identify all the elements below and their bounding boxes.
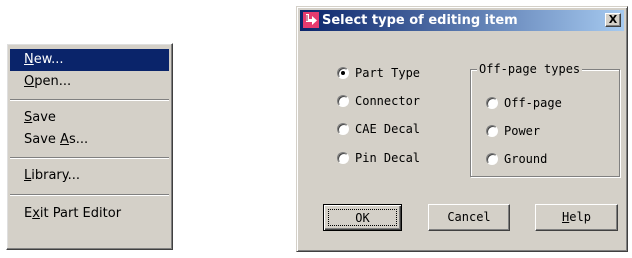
radio-button-icon — [486, 97, 498, 109]
radio-ground-label: Ground — [504, 152, 548, 166]
menu-item-library-label: ibrary... — [31, 168, 81, 183]
menu-separator — [10, 99, 169, 101]
app-icon — [303, 12, 319, 28]
menu-item-open-label: pen... — [34, 74, 72, 89]
radio-button-icon — [486, 125, 498, 137]
radio-button-icon — [337, 95, 349, 107]
menu-item-open-key: O — [24, 74, 35, 89]
file-menu: New... Open... Save Save As... Library..… — [6, 43, 173, 250]
select-editing-item-dialog: Select type of editing item X Part Type … — [296, 6, 628, 252]
help-button[interactable]: Help — [535, 204, 618, 231]
menu-item-open[interactable]: Open... — [10, 71, 169, 93]
menu-item-exit-part-editor[interactable]: Exit Part Editor — [10, 203, 169, 225]
cancel-button[interactable]: Cancel — [428, 204, 510, 231]
menu-item-new[interactable]: New... — [10, 49, 169, 71]
off-page-types-group: Off-page types Off-page Power Ground — [470, 61, 620, 177]
radio-button-icon — [337, 123, 349, 135]
group-title: Off-page types — [477, 61, 583, 77]
radio-power-label: Power — [504, 124, 541, 138]
radio-connector-label: Connector — [355, 94, 421, 108]
radio-button-icon — [486, 153, 498, 165]
menu-item-exit-key: x — [32, 206, 40, 221]
radio-button-icon — [337, 67, 349, 79]
menu-item-exit-label: it Part Editor — [39, 206, 122, 221]
radio-cae-decal-label: CAE Decal — [355, 122, 421, 136]
menu-separator — [10, 194, 169, 196]
dialog-titlebar[interactable]: Select type of editing item X — [300, 10, 624, 31]
close-button[interactable]: X — [605, 13, 621, 27]
radio-off-page-label: Off-page — [504, 96, 562, 110]
ok-button-label: OK — [355, 211, 370, 225]
menu-item-library[interactable]: Library... — [10, 165, 169, 187]
cancel-button-label: Cancel — [447, 210, 491, 224]
help-button-label: elp — [569, 210, 591, 224]
dialog-title: Select type of editing item — [322, 13, 518, 28]
menu-item-save[interactable]: Save — [10, 107, 169, 129]
radio-pin-decal-label: Pin Decal — [355, 151, 421, 165]
close-icon: X — [608, 13, 618, 26]
menu-item-exit-pre: E — [24, 206, 33, 221]
menu-item-save-as[interactable]: Save As... — [10, 129, 169, 151]
radio-button-icon — [337, 152, 349, 164]
menu-item-save-label: ave — [32, 110, 56, 125]
radio-part-type-label: Part Type — [355, 66, 421, 80]
menu-item-save-as-pre: Save — [24, 132, 61, 147]
menu-item-new-label: ew... — [33, 52, 64, 67]
ok-button[interactable]: OK — [323, 204, 402, 231]
menu-item-new-key: N — [24, 52, 34, 67]
menu-item-save-as-label: s... — [68, 132, 89, 147]
menu-separator — [10, 157, 169, 159]
menu-item-save-as-key: A — [60, 132, 69, 147]
ok-button-focus: OK — [328, 209, 397, 226]
